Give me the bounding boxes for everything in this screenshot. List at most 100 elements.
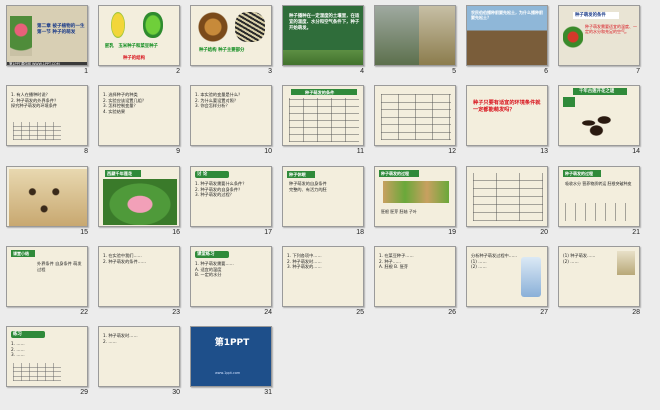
slide-preview[interactable]: 种子萌发的过程 吸收水分 营养物质转运 胚根突破种皮 <box>558 166 640 227</box>
slide-preview[interactable]: 1. 下列各项中…… 2. 种子萌发时…… 3. 种子萌发的…… <box>282 246 364 307</box>
slide-text: 外界条件 自身条件 萌发过程 <box>37 261 82 272</box>
slide-preview[interactable]: 农民伯伯播种前要先松土，为什么播种前要先松土？ <box>466 5 548 66</box>
slide-thumbnail-21[interactable]: 种子萌发的过程 吸收水分 营养物质转运 胚根突破种皮 21 <box>558 166 640 246</box>
slide-number: 14 <box>632 148 640 155</box>
slide-thumbnail-18[interactable]: 种子休眠 种子萌发的自身条件 完整的、有活力的胚 18 <box>282 166 364 246</box>
flower-image <box>10 16 32 56</box>
slide-preview[interactable]: 千年古莲开花之谜 <box>558 85 640 146</box>
slide-preview[interactable]: 课堂小结 外界条件 自身条件 萌发过程 <box>6 246 88 307</box>
slide-thumbnail-25[interactable]: 1. 下列各项中…… 2. 种子萌发时…… 3. 种子萌发的…… 25 <box>282 246 364 326</box>
slide-number: 11 <box>356 148 364 155</box>
slide-thumbnail-19[interactable]: 种子萌发的过程 胚根 胚芽 胚轴 子叶 19 <box>374 166 456 246</box>
slide-preview[interactable]: 课堂练习 1. 种子萌发需要…… A. 适宜的温度 B. 一定的水分 <box>190 246 272 307</box>
slide-thumbnail-12[interactable]: 12 <box>374 85 456 165</box>
slide-thumbnail-20[interactable]: 20 <box>466 166 548 246</box>
data-table <box>13 363 61 381</box>
slide-thumbnail-9[interactable]: 1. 选择种子的种类 2. 实验应该设置几组？ 3. 怎样控制变量？ 4. 实验… <box>98 85 180 165</box>
slide-preview[interactable]: 1. 本实验的变量是什么？ 2. 为什么要设置对照？ 3. 你会怎样分析？ <box>190 85 272 146</box>
pine-cone-image <box>197 12 229 42</box>
slide-thumbnail-6[interactable]: 农民伯伯播种前要先松土，为什么播种前要先松土？ 6 <box>466 5 548 85</box>
slide-caption: 种子结构 种子主要部分 <box>199 48 245 53</box>
slide-thumbnail-26[interactable]: 1. 在菜豆种子…… 2. 种子…… A. 胚根 B. 胚芽 26 <box>374 246 456 326</box>
slide-thumbnail-7[interactable]: 种子萌发的条件 种子萌发需要适宜的温度、一定的水分和充足的空气。 7 <box>558 5 640 85</box>
slide-thumbnail-5[interactable]: 5 <box>374 5 456 85</box>
slide-preview[interactable]: 西藏千年莲花 <box>98 166 180 227</box>
beaker-image <box>521 257 541 297</box>
slide-preview[interactable]: 种子只要有适宜的环境条件就一定都能萌发吗？ <box>466 85 548 146</box>
lotus-seeds-image <box>573 108 625 138</box>
slide-preview[interactable]: 1. 选择种子的种类 2. 实验应该设置几组？ 3. 怎样控制变量？ 4. 实验… <box>98 85 180 146</box>
slide-text: 1. 种子萌发需要什么条件？ 2. 种子萌发的自身条件？ 3. 种子萌发的过程？ <box>195 181 247 198</box>
farmer-photo <box>375 6 419 65</box>
slide-text: 1. 本实验的变量是什么？ 2. 为什么要设置对照？ 3. 你会怎样分析？ <box>195 92 243 109</box>
slide-preview[interactable]: 种子结构 种子主要部分 <box>190 5 272 66</box>
slide-thumbnail-14[interactable]: 千年古莲开花之谜 14 <box>558 85 640 165</box>
slide-thumbnail-1[interactable]: 第二章 被子植物的一生 第一节 种子的萌发 第1PPT课件网 WWW.1PPT.C… <box>6 5 88 85</box>
slide-header: 种子萌发的过程 <box>381 170 409 176</box>
slide-thumbnail-28[interactable]: (1) 种子萌发…… (2) …… 28 <box>558 246 640 326</box>
slide-text: 1. 种子萌发时…… 2. …… <box>103 333 138 344</box>
slide-preview[interactable]: 种子萌发的过程胚根 胚芽 胚轴 子叶 <box>374 166 456 227</box>
slide-preview[interactable]: 第二章 被子植物的一生 第一节 种子的萌发 第1PPT课件网 WWW.1PPT.C… <box>6 5 88 66</box>
slide-thumbnail-2[interactable]: 胚乳 玉米种子和菜豆种子 种子的结构 2 <box>98 5 180 85</box>
slide-number: 16 <box>172 229 180 236</box>
slide-preview[interactable]: 分析种子萌发过程中…… (1) …… (2) …… <box>466 246 548 307</box>
lotus-flower-photo <box>103 179 177 225</box>
slide-thumbnail-29[interactable]: 练习 1. …… 2. …… 3. …… 29 <box>6 326 88 406</box>
slide-thumbnail-11[interactable]: 种子萌发的条件 11 <box>282 85 364 165</box>
slide-preview[interactable]: 1. 种子萌发时…… 2. …… <box>98 326 180 387</box>
slide-number: 21 <box>632 229 640 236</box>
slide-thumbnail-22[interactable]: 课堂小结 外界条件 自身条件 萌发过程 22 <box>6 246 88 326</box>
slide-preview[interactable]: 种子休眠 种子萌发的自身条件 完整的、有活力的胚 <box>282 166 364 227</box>
slide-preview[interactable]: 讨 论 1. 种子萌发需要什么条件？ 2. 种子萌发的自身条件？ 3. 种子萌发的… <box>190 166 272 227</box>
slide-number: 6 <box>544 68 548 75</box>
slide-number: 26 <box>448 309 456 316</box>
slide-number: 3 <box>268 68 272 75</box>
data-table <box>381 94 451 140</box>
slide-preview[interactable]: 1. 在实验中我们…… 2. 种子萌发的条件…… <box>98 246 180 307</box>
slide-thumbnail-10[interactable]: 1. 本实验的变量是什么？ 2. 为什么要设置对照？ 3. 你会怎样分析？ 10 <box>190 85 272 165</box>
slide-number: 15 <box>80 229 88 236</box>
slide-preview[interactable] <box>6 166 88 227</box>
slide-title: 第二章 被子植物的一生 第一节 种子的萌发 <box>37 24 85 36</box>
slide-preview[interactable]: 胚乳 玉米种子和菜豆种子 种子的结构 <box>98 5 180 66</box>
slide-preview[interactable]: 种子萌发的条件 <box>282 85 364 146</box>
slide-thumbnail-24[interactable]: 课堂练习 1. 种子萌发需要…… A. 适宜的温度 B. 一定的水分 24 <box>190 246 272 326</box>
slide-thumbnail-30[interactable]: 1. 种子萌发时…… 2. …… 30 <box>98 326 180 406</box>
slide-header: 种子萌发的过程 <box>565 170 593 176</box>
slide-thumbnail-4[interactable]: 种子播种在一定湿度的土壤里，在适宜的温度、水分和空气条件下，种子开始萌发。 4 <box>282 5 364 85</box>
slide-caption: 种子只要有适宜的环境条件就一定都能萌发吗？ <box>473 100 541 114</box>
slide-thumbnail-16[interactable]: 西藏千年莲花 16 <box>98 166 180 246</box>
slide-thumbnail-8[interactable]: 1. 有人在播种时说？ 2. 种子萌发的外界条件？ 探究种子萌发的环境条件 8 <box>6 85 88 165</box>
slide-preview[interactable]: 种子播种在一定湿度的土壤里，在适宜的温度、水分和空气条件下，种子开始萌发。 <box>282 5 364 66</box>
slide-preview[interactable]: 1. 有人在播种时说？ 2. 种子萌发的外界条件？ 探究种子萌发的环境条件 <box>6 85 88 146</box>
slide-thumbnail-13[interactable]: 种子只要有适宜的环境条件就一定都能萌发吗？ 13 <box>466 85 548 165</box>
slide-thumbnail-27[interactable]: 分析种子萌发过程中…… (1) …… (2) …… 27 <box>466 246 548 326</box>
slide-preview[interactable] <box>466 166 548 227</box>
slide-footer: www.1ppt.com <box>215 371 241 375</box>
seedlings-photo <box>9 169 87 226</box>
slide-thumbnail-31[interactable]: 第1PPT www.1ppt.com 31 <box>190 326 272 406</box>
slide-thumbnail-17[interactable]: 讨 论 1. 种子萌发需要什么条件？ 2. 种子萌发的自身条件？ 3. 种子萌发的… <box>190 166 272 246</box>
slide-caption: 种子的结构 <box>123 56 145 61</box>
slide-preview[interactable]: 1. 在菜豆种子…… 2. 种子…… A. 胚根 B. 胚芽 <box>374 246 456 307</box>
slide-preview[interactable]: (1) 种子萌发…… (2) …… <box>558 246 640 307</box>
slide-preview[interactable]: 第1PPT www.1ppt.com <box>190 326 272 387</box>
slide-thumbnail-3[interactable]: 种子结构 种子主要部分 3 <box>190 5 272 85</box>
slide-thumbnail-23[interactable]: 1. 在实验中我们…… 2. 种子萌发的条件…… 23 <box>98 246 180 326</box>
slide-thumbnail-15[interactable]: 15 <box>6 166 88 246</box>
slide-preview[interactable]: 练习 1. …… 2. …… 3. …… <box>6 326 88 387</box>
slide-preview[interactable]: 种子萌发的条件 种子萌发需要适宜的温度、一定的水分和充足的空气。 <box>558 5 640 66</box>
slide-number: 27 <box>540 309 548 316</box>
slide-text: 1. 在菜豆种子…… 2. 种子…… A. 胚根 B. 胚芽 <box>379 253 414 270</box>
slide-text: 胚根 胚芽 胚轴 子叶 <box>381 209 417 214</box>
slide-header: 西藏千年莲花 <box>107 170 133 176</box>
slide-caption: 农民伯伯播种前要先松土，为什么播种前要先松土？ <box>471 10 543 21</box>
slide-text: 1. 下列各项中…… 2. 种子萌发时…… 3. 种子萌发的…… <box>287 253 322 270</box>
slide-preview[interactable] <box>374 85 456 146</box>
slide-number: 18 <box>356 229 364 236</box>
slide-preview[interactable] <box>374 5 456 66</box>
data-table <box>13 122 61 140</box>
slide-number: 30 <box>172 389 180 396</box>
bean-seed-image <box>143 12 163 38</box>
